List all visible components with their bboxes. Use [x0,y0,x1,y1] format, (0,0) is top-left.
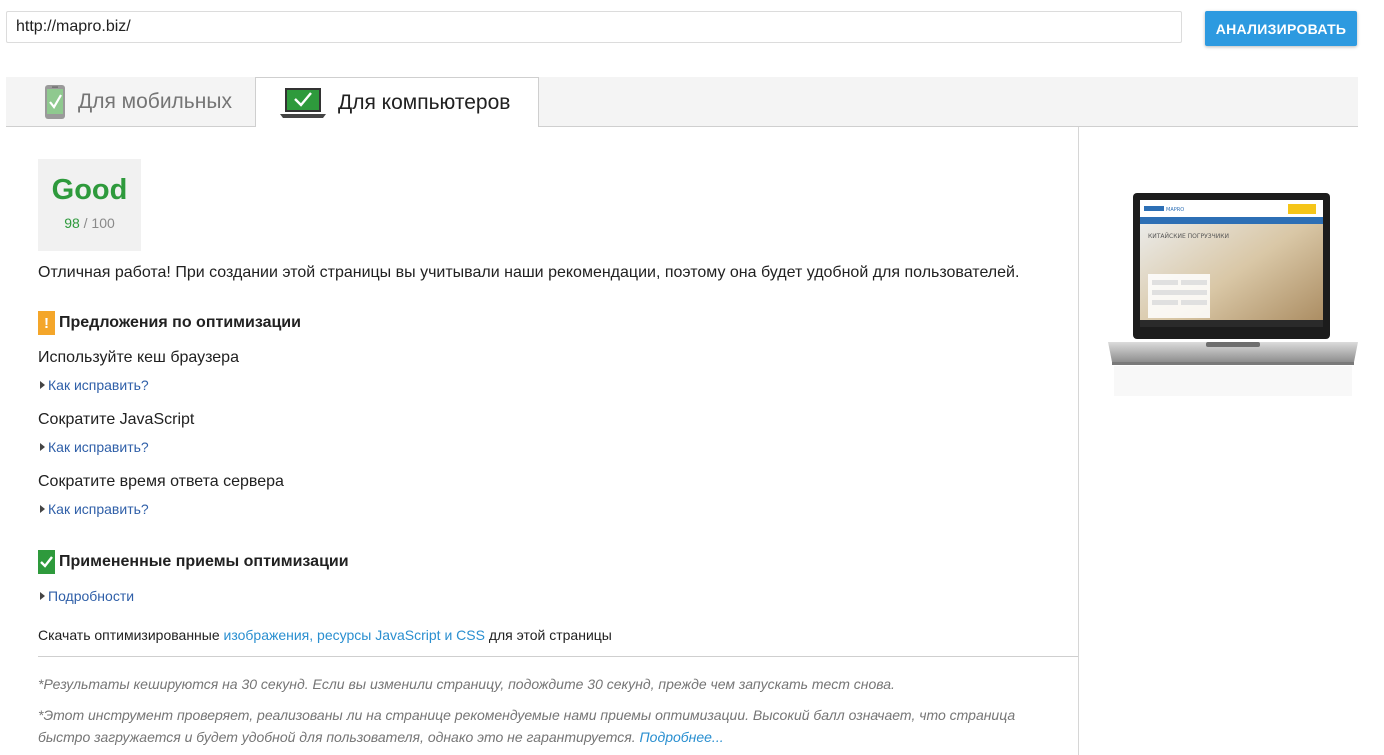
suggestions-title: Предложения по оптимизации [59,314,301,331]
summary-text: Отличная работа! При создании этой стран… [38,264,1020,281]
details-link[interactable]: Подробности [48,588,134,604]
expand-triangle-icon [40,592,45,600]
score-label: Good [51,174,128,206]
howto-link[interactable]: Как исправить? [48,377,149,393]
score-box: Good 98 / 100 [38,159,141,251]
rule-title: Сократите время ответа сервера [38,473,284,490]
download-resources-link[interactable]: изображения, ресурсы JavaScript и CSS [224,627,485,643]
howto-link[interactable]: Как исправить? [48,439,149,455]
tab-desktop-label: Для компьютеров [338,90,511,114]
expand-triangle-icon [40,381,45,389]
tab-desktop[interactable]: Для компьютеров [255,77,539,127]
warning-icon: ! [38,311,55,335]
preview-logo: MAPRO [1166,207,1184,213]
divider [38,656,1078,657]
applied-title: Примененные приемы оптимизации [59,553,349,570]
score-value: 98 [64,215,80,231]
smartphone-check-icon [44,84,66,120]
suggestions-heading: ! Предложения по оптимизации [38,311,301,335]
rule-title: Используйте кеш браузера [38,349,239,366]
score-max: / 100 [83,215,115,231]
tab-mobile[interactable]: Для мобильных [6,77,255,126]
download-prefix: Скачать оптимизированные [38,627,224,643]
laptop-preview-image: MAPRO КИТАЙСКИЕ ПОГРУЗЧИКИ [1108,192,1358,407]
expand-triangle-icon [40,443,45,451]
expand-triangle-icon [40,505,45,513]
rule-title: Сократите JavaScript [38,411,195,428]
howto-toggle[interactable]: Как исправить? [38,501,149,517]
details-toggle[interactable]: Подробности [38,588,134,604]
applied-heading: Примененные приемы оптимизации [38,550,349,574]
url-input[interactable] [6,11,1182,43]
tool-note-text: *Этот инструмент проверяет, реализованы … [38,707,1016,745]
check-icon [38,550,55,574]
score-line: 98 / 100 [38,215,141,231]
tool-note: *Этот инструмент проверяет, реализованы … [38,704,1058,748]
laptop-check-icon [280,87,326,119]
download-suffix: для этой страницы [484,627,612,643]
howto-link[interactable]: Как исправить? [48,501,149,517]
howto-toggle[interactable]: Как исправить? [38,439,149,455]
cache-note: *Результаты кешируются на 30 секунд. Есл… [38,676,895,692]
results-panel: Good 98 / 100 Отличная работа! При созда… [6,127,1079,755]
more-link[interactable]: Подробнее... [640,729,724,745]
device-tabs: Для мобильных Для компьютеров [6,77,1358,127]
analyze-button[interactable]: АНАЛИЗИРОВАТЬ [1205,11,1357,46]
howto-toggle[interactable]: Как исправить? [38,377,149,393]
tab-mobile-label: Для мобильных [78,89,232,113]
download-line: Скачать оптимизированные изображения, ре… [38,627,612,643]
preview-heading: КИТАЙСКИЕ ПОГРУЗЧИКИ [1148,233,1229,240]
